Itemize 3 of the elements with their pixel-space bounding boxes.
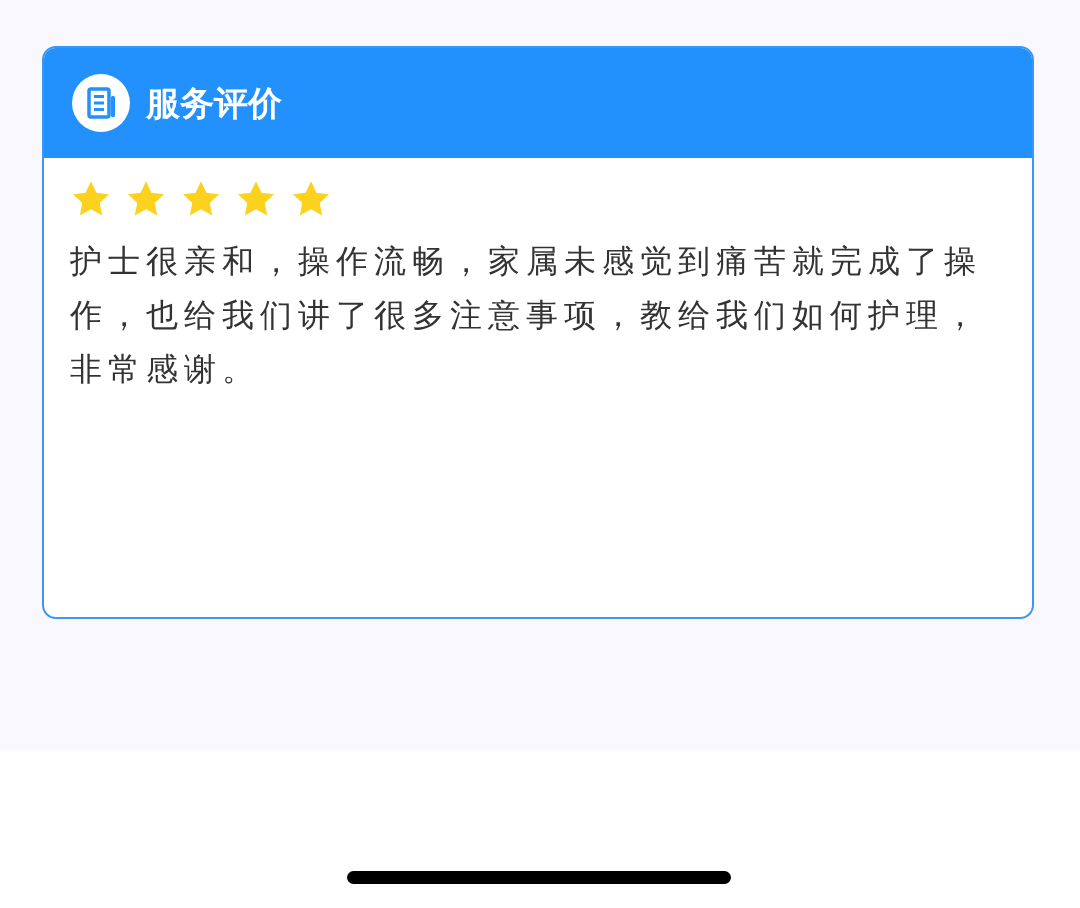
review-text: 护士很亲和，操作流畅，家属未感觉到痛苦就完成了操作，也给我们讲了很多注意事项，教给我们如何护理，非常感谢。 bbox=[70, 241, 983, 390]
card-title: 服务评价 bbox=[146, 81, 282, 125]
document-icon bbox=[72, 74, 130, 132]
